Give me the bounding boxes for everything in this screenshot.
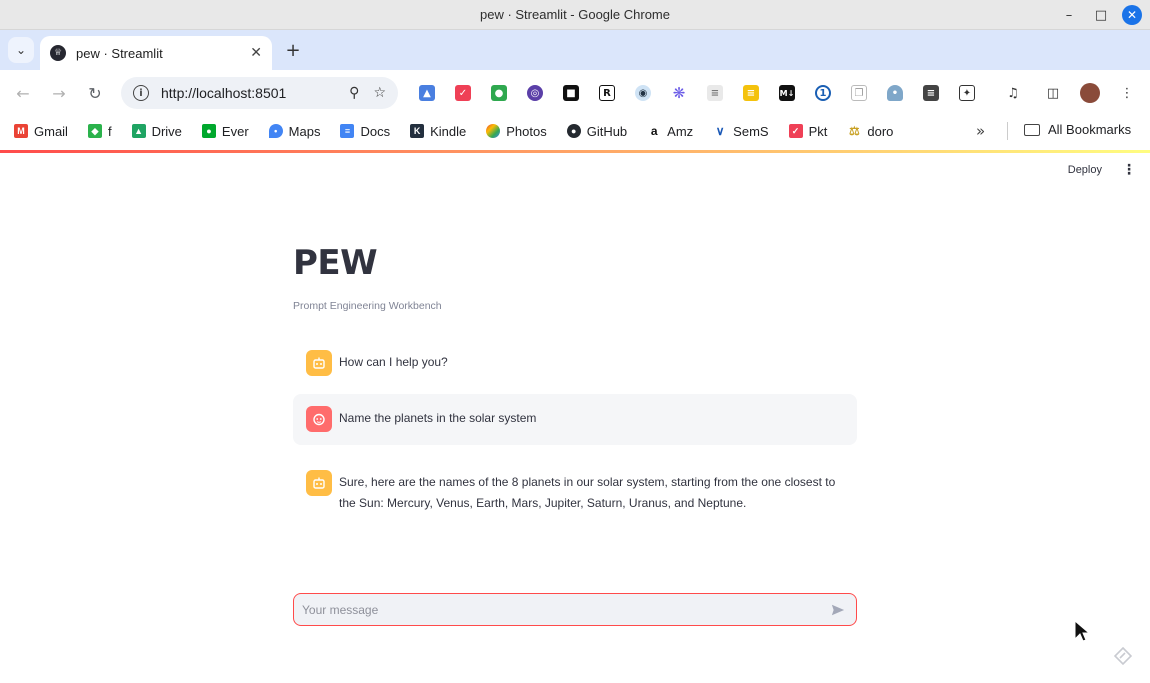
tab-search-icon[interactable]: ⌄ [8,37,34,63]
maximize-icon[interactable]: □ [1090,4,1112,26]
doc-icon[interactable]: ≡ [702,82,728,104]
forward-icon[interactable]: → [47,81,71,105]
copy-icon[interactable]: ❐ [846,82,872,104]
streamlit-app: Deploy ⋮ PEW Prompt Engineering Workbenc… [0,153,1150,683]
chat-message-assistant: Sure, here are the names of the 8 planet… [293,458,857,526]
user-avatar-icon [306,406,332,432]
bookmark-star-icon[interactable]: ☆ [373,85,386,101]
extensions-row: ▲ ✓ ● ◎ ■ R ◉ ❋ ≡ ≡ M↓ 1 ❐ • ≡ ✦ [414,82,980,104]
bookmark-semantic-scholar[interactable]: ∨ SemS [713,124,769,139]
toolbar-right: ♫ ◫ ⋮ [1000,82,1140,104]
close-tab-icon[interactable]: ✕ [250,45,262,61]
kindle-icon: K [410,124,425,138]
chat-message-text: Name the planets in the solar system [339,411,537,425]
tab-active[interactable]: ♕ pew · Streamlit ✕ [40,36,272,70]
keep-icon[interactable]: ≡ [738,82,764,104]
bookmark-feedly[interactable]: ◆ f [87,124,112,139]
bookmark-docs[interactable]: ≡ Docs [340,124,390,139]
bookmark-drive[interactable]: ▲ Drive [131,124,182,139]
chrome-menu-icon[interactable]: ⋮ [1114,82,1140,104]
maps-icon: • [268,124,283,138]
bookmark-kindle[interactable]: K Kindle [410,124,466,139]
url-text[interactable]: http://localhost:8501 [161,85,335,101]
doro-icon: ⚖ [847,124,862,138]
window-titlebar: pew · Streamlit - Google Chrome – □ ✕ [0,0,1150,30]
evernote-icon[interactable]: ● [486,82,512,104]
asterisk-icon[interactable]: ❋ [666,82,692,104]
search-icon[interactable]: ⚲ [349,85,359,101]
bookmark-amazon[interactable]: a Amz [647,124,693,139]
chat-message-text: How can I help you? [339,355,448,369]
1password-icon[interactable]: 1 [810,82,836,104]
profile-avatar[interactable] [1080,83,1100,103]
drive-icon: ▲ [131,124,146,138]
r-extension-icon[interactable]: R [594,82,620,104]
chat-input[interactable] [302,602,828,617]
tab-title: pew · Streamlit [76,45,163,61]
page-caption: Prompt Engineering Workbench [293,300,442,312]
photos-icon [486,124,501,138]
deploy-button[interactable]: Deploy [1068,164,1102,176]
bookmarks-divider [1007,122,1008,140]
minimize-icon[interactable]: – [1058,4,1080,26]
lock-icon[interactable]: ■ [558,82,584,104]
close-window-icon[interactable]: ✕ [1122,5,1142,25]
gmail-icon: M [14,124,28,138]
reload-icon[interactable]: ↻ [83,81,107,105]
chat-message-assistant: How can I help you? [293,338,857,388]
tab-strip: ⌄ ♕ pew · Streamlit ✕ + [0,30,1150,70]
bot-avatar-icon [306,350,332,376]
page-title: PEW [293,243,378,283]
bookmark-evernote[interactable]: ● Ever [201,124,249,139]
markdown-icon[interactable]: M↓ [774,82,800,104]
bookmarks-bar: M Gmail ◆ f ▲ Drive ● Ever • Maps ≡ Docs K Kind… [0,116,1150,146]
all-bookmarks-button[interactable]: All Bookmarks [1024,122,1131,137]
semantic-scholar-icon: ∨ [713,124,728,138]
notes-icon[interactable]: ≡ [918,82,944,104]
bookmark-doro[interactable]: ⚖ doro [847,124,893,139]
streamlit-crown-icon: ♕ [50,45,66,61]
streamlit-header: Deploy ⋮ [1068,153,1150,187]
back-icon[interactable]: ← [11,81,35,105]
chat-input-container [293,593,857,626]
window-controls: – □ ✕ [1058,4,1142,26]
pocket-icon[interactable]: ✓ [450,82,476,104]
github-icon: ● [566,124,581,138]
pocket-icon: ✓ [788,124,803,138]
address-bar[interactable]: i http://localhost:8501 ⚲ ☆ [121,77,398,109]
ghost-icon[interactable]: • [882,82,908,104]
pin-icon[interactable]: ▲ [414,82,440,104]
new-tab-icon[interactable]: + [282,39,304,61]
chat-message-user: Name the planets in the solar system [293,394,857,445]
folder-icon [1024,123,1040,136]
eye-icon[interactable]: ◉ [630,82,656,104]
bookmarks-overflow-icon[interactable]: » [976,122,985,140]
side-panel-icon[interactable]: ◫ [1040,82,1066,104]
bookmark-photos[interactable]: Photos [486,124,547,139]
bookmark-github[interactable]: ● GitHub [566,124,627,139]
streamlit-edit-badge-icon[interactable] [1114,647,1132,665]
media-control-icon[interactable]: ♫ [1000,82,1026,104]
bookmark-pocket[interactable]: ✓ Pkt [788,124,827,139]
chat-message-text: Sure, here are the names of the 8 planet… [339,475,836,510]
site-info-icon[interactable]: i [133,85,149,101]
privacy-icon[interactable]: ◎ [522,82,548,104]
bot-avatar-icon [306,470,332,496]
docs-icon: ≡ [340,124,355,138]
mouse-cursor-icon [1074,619,1091,642]
amazon-icon: a [647,124,662,138]
window-title: pew · Streamlit - Google Chrome [479,7,670,22]
send-icon[interactable] [828,600,848,620]
puzzle-icon[interactable]: ✦ [954,82,980,104]
evernote-icon: ● [201,124,216,138]
browser-toolbar: ← → ↻ i http://localhost:8501 ⚲ ☆ ▲ ✓ ● … [0,70,1150,116]
bookmark-maps[interactable]: • Maps [268,124,320,139]
bookmark-gmail[interactable]: M Gmail [14,124,68,139]
main-menu-icon[interactable]: ⋮ [1122,162,1136,178]
feedly-icon: ◆ [87,124,102,138]
